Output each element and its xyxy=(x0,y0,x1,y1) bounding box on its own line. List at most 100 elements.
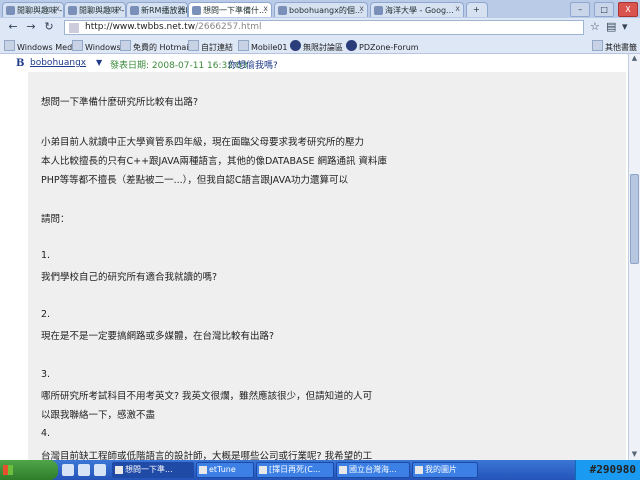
post-body: 想問一下準備什麼研究所比較有出路? 小弟目前人就讀中正大學資管系四年級，現在面臨… xyxy=(28,72,626,460)
watermark-id: #290980 xyxy=(589,463,636,476)
helpful-link[interactable]: 你想偷我嗎? xyxy=(228,58,278,71)
page-content: B bobohuangx ▼ 發表日期: 2008-07-11 16:32:03… xyxy=(0,54,628,460)
bookmark-mobile01[interactable]: Mobile01 xyxy=(238,40,287,52)
post-line: 現在是不是一定要搞網路或多媒體，在台灣比較有出路? xyxy=(41,331,275,342)
post-line: 4. xyxy=(41,428,51,439)
forward-icon[interactable]: → xyxy=(24,20,38,34)
bookmark-label: Mobile01 xyxy=(251,43,288,52)
tab-label: bobohuangx的個... xyxy=(289,6,363,15)
start-button[interactable] xyxy=(0,460,58,480)
url-host: http://www.twbbs.net.tw xyxy=(85,22,196,32)
bookmark-label: 無限討論區 xyxy=(303,43,343,52)
scroll-down-icon[interactable]: ▼ xyxy=(630,450,639,460)
post-line: 1. xyxy=(41,250,51,261)
tab-close-icon[interactable]: x xyxy=(179,4,184,13)
taskbar-item-window4[interactable]: 國立台灣海... xyxy=(336,462,410,478)
tools-menu-icon[interactable]: ▾ xyxy=(622,20,628,33)
other-bookmarks-label: 其他書籤 xyxy=(605,43,637,52)
task-label: [擇日再死(C... xyxy=(269,465,321,474)
bookmark-label: 自訂連結 xyxy=(201,43,233,52)
bookmark-pdzone[interactable]: PDZone-Forum xyxy=(346,40,419,52)
page-icon xyxy=(120,40,131,51)
page-scrollbar[interactable]: ▲ ▼ xyxy=(628,54,640,460)
author-link[interactable]: bobohuangx xyxy=(30,58,86,68)
browser-tab-2[interactable]: 閒聊與趣味 - Mo... x xyxy=(64,2,126,17)
post-line: 請問： xyxy=(41,214,70,225)
tab-close-icon[interactable]: x xyxy=(359,4,364,13)
bookmark-label: 免費的 Hotmail xyxy=(133,43,191,52)
taskbar-item-my-pictures[interactable]: 我的圖片 xyxy=(412,462,478,478)
circle-icon xyxy=(290,40,301,51)
system-tray: #290980 xyxy=(575,460,640,480)
post-line: PHP等等都不擅長（差點被二一...），但我自認C語言跟JAVA功力還算可以 xyxy=(41,175,348,186)
post-line: 以跟我聯絡一下，感激不盡 xyxy=(41,410,156,421)
task-label: 我的圖片 xyxy=(425,465,457,474)
page-icon xyxy=(238,40,249,51)
author-dropdown-icon[interactable]: ▼ xyxy=(96,58,102,67)
reload-icon[interactable]: ↻ xyxy=(42,20,56,34)
quicklaunch-media-icon[interactable] xyxy=(94,464,106,476)
quicklaunch-desktop-icon[interactable] xyxy=(78,464,90,476)
browser-tab-strip: 閒聊與趣味 - M... x 閒聊與趣味 - Mo... x 新RM播放器KB.… xyxy=(0,0,640,19)
page-icon xyxy=(4,40,15,51)
author-b-icon: B xyxy=(16,58,25,69)
other-bookmarks[interactable]: 其他書籤 xyxy=(592,40,637,53)
new-tab-button[interactable]: + xyxy=(466,2,488,17)
bookmark-custom-links[interactable]: 自訂連結 xyxy=(188,40,233,53)
scroll-thumb[interactable] xyxy=(630,174,639,264)
tab-favicon-icon xyxy=(130,6,139,15)
post-line: 小弟目前人就讀中正大學資管系四年級，現在面臨父母要求我考研究所的壓力 xyxy=(41,137,365,148)
bookmark-forum[interactable]: 無限討論區 xyxy=(290,40,343,53)
task-label: 想問一下準... xyxy=(125,465,173,474)
browser-tab-active[interactable]: 想問一下準備什... x xyxy=(188,2,272,17)
browser-tab-1[interactable]: 閒聊與趣味 - M... x xyxy=(2,2,64,17)
window-controls: – □ X xyxy=(569,2,638,17)
post-date: 發表日期: 2008-07-11 16:32:03 xyxy=(110,61,248,71)
tab-close-icon[interactable]: x xyxy=(263,4,268,13)
app-icon xyxy=(115,466,123,474)
bookmark-hotmail[interactable]: 免費的 Hotmail xyxy=(120,40,191,53)
browser-tab-5[interactable]: bobohuangx的個... x xyxy=(274,2,368,17)
post-line: 哪所研究所考試科目不用考英文? 我英文很爛，雖然應該很少，但請知道的人可 xyxy=(41,391,373,402)
bookmark-star-icon[interactable]: ☆ xyxy=(590,20,600,33)
tab-favicon-icon xyxy=(374,6,383,15)
scroll-up-icon[interactable]: ▲ xyxy=(630,54,639,64)
tab-favicon-icon xyxy=(68,6,77,15)
minimize-button[interactable]: – xyxy=(570,2,591,17)
post-header: B bobohuangx ▼ 發表日期: 2008-07-11 16:32:03… xyxy=(0,58,628,72)
close-button[interactable]: X xyxy=(618,2,638,17)
taskbar-item-nettune[interactable]: etTune xyxy=(196,462,254,478)
circle-icon xyxy=(346,40,357,51)
bookmark-label: Windows xyxy=(85,43,121,52)
windows-taskbar: 想問一下準... etTune [擇日再死(C... 國立台灣海... 我的圖片… xyxy=(0,460,640,480)
tab-label: 海洋大學 - Goog... xyxy=(385,6,454,15)
address-bar[interactable]: http://www.twbbs.net.tw/2666257.html xyxy=(64,20,584,35)
post-line: 我們學校自己的研究所有適合我就讀的嗎? xyxy=(41,272,218,283)
maximize-button[interactable]: □ xyxy=(594,2,615,17)
tab-label: 想問一下準備什... xyxy=(203,6,267,15)
tab-favicon-icon xyxy=(6,6,15,15)
tab-close-icon[interactable]: x xyxy=(55,4,60,13)
task-label: 國立台灣海... xyxy=(349,465,397,474)
post-line: 台灣目前缺工程師或低階語言的設計師，大概是哪些公司或行業呢? 我希望的工 xyxy=(41,451,373,460)
new-tab-icon: + xyxy=(473,5,480,14)
post-line: 3. xyxy=(41,369,51,380)
browser-tab-3[interactable]: 新RM播放器KB... x xyxy=(126,2,188,17)
folder-icon xyxy=(592,40,603,51)
bookmark-windows[interactable]: Windows xyxy=(72,40,121,52)
site-favicon-icon xyxy=(69,23,79,33)
tab-close-icon[interactable]: x xyxy=(117,4,122,13)
page-menu-icon[interactable]: ▤ xyxy=(606,20,616,33)
taskbar-item-browser[interactable]: 想問一下準... xyxy=(112,462,194,478)
quicklaunch-ie-icon[interactable] xyxy=(62,464,74,476)
back-icon[interactable]: ← xyxy=(6,20,20,34)
taskbar-item-window3[interactable]: [擇日再死(C... xyxy=(256,462,334,478)
browser-tab-6[interactable]: 海洋大學 - Goog... x xyxy=(370,2,464,17)
tab-close-icon[interactable]: x xyxy=(455,4,460,13)
app-icon xyxy=(199,466,207,474)
bookmark-label: Windows Media xyxy=(17,43,80,52)
bookmarks-bar: Windows Media Windows 免費的 Hotmail 自訂連結 M… xyxy=(0,38,640,54)
bookmark-label: PDZone-Forum xyxy=(359,43,419,52)
bookmark-windows-media[interactable]: Windows Media xyxy=(4,40,79,52)
app-icon xyxy=(259,466,267,474)
